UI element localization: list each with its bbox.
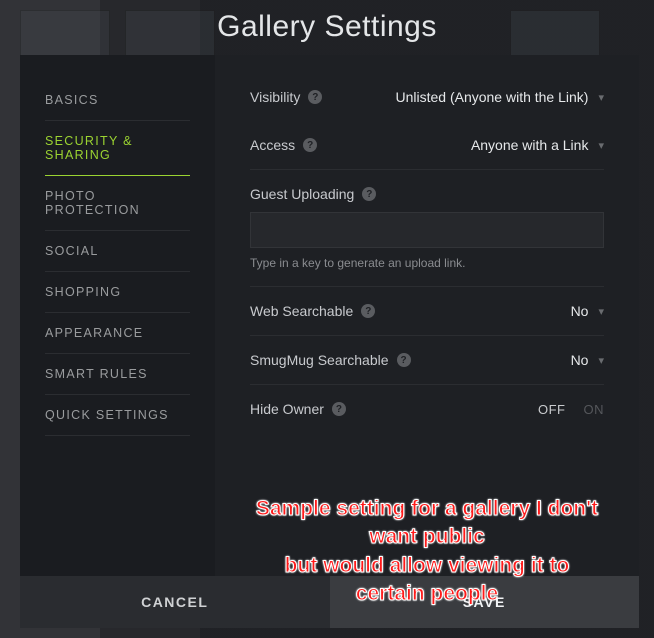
smugmug-searchable-dropdown[interactable]: No ▾	[571, 352, 604, 368]
help-icon[interactable]: ?	[361, 304, 375, 318]
annotation-line: but would allow viewing it to certain pe…	[255, 552, 599, 609]
annotation-text: Sample setting for a gallery I don't wan…	[215, 495, 639, 608]
access-label: Access	[250, 137, 295, 153]
visibility-label: Visibility	[250, 89, 300, 105]
toggle-on: ON	[584, 402, 605, 417]
annotation-line: Sample setting for a gallery I don't wan…	[255, 495, 599, 552]
sidebar-item-shopping[interactable]: SHOPPING	[45, 272, 190, 313]
sidebar-item-smart-rules[interactable]: SMART RULES	[45, 354, 190, 395]
cancel-label: CANCEL	[141, 594, 208, 610]
web-searchable-label: Web Searchable	[250, 303, 353, 319]
chevron-down-icon: ▾	[598, 139, 604, 152]
sidebar-item-security-sharing[interactable]: SECURITY & SHARING	[45, 121, 190, 176]
settings-dialog: BASICS SECURITY & SHARING PHOTO PROTECTI…	[20, 55, 639, 628]
sidebar-item-label: SOCIAL	[45, 244, 99, 258]
access-value: Anyone with a Link	[471, 137, 589, 153]
chevron-down-icon: ▾	[598, 305, 604, 318]
hide-owner-label: Hide Owner	[250, 401, 324, 417]
web-searchable-value: No	[571, 303, 589, 319]
dialog-body: BASICS SECURITY & SHARING PHOTO PROTECTI…	[20, 55, 639, 576]
row-web-searchable: Web Searchable ? No ▾	[250, 287, 604, 336]
help-icon[interactable]: ?	[362, 187, 376, 201]
sidebar-item-social[interactable]: SOCIAL	[45, 231, 190, 272]
sidebar-item-label: PHOTO PROTECTION	[45, 189, 140, 217]
toggle-off: OFF	[538, 402, 566, 417]
guest-uploading-hint: Type in a key to generate an upload link…	[250, 256, 604, 270]
guest-uploading-label: Guest Uploading	[250, 186, 354, 202]
sidebar-item-label: BASICS	[45, 93, 99, 107]
row-visibility: Visibility ? Unlisted (Anyone with the L…	[250, 85, 604, 121]
help-icon[interactable]: ?	[397, 353, 411, 367]
help-icon[interactable]: ?	[308, 90, 322, 104]
smugmug-searchable-value: No	[571, 352, 589, 368]
visibility-value: Unlisted (Anyone with the Link)	[395, 89, 588, 105]
web-searchable-dropdown[interactable]: No ▾	[571, 303, 604, 319]
row-access: Access ? Anyone with a Link ▾	[250, 121, 604, 170]
sidebar-item-photo-protection[interactable]: PHOTO PROTECTION	[45, 176, 190, 231]
sidebar-item-label: APPEARANCE	[45, 326, 143, 340]
help-icon[interactable]: ?	[332, 402, 346, 416]
sidebar-item-label: QUICK SETTINGS	[45, 408, 169, 422]
sidebar-item-label: SHOPPING	[45, 285, 121, 299]
hide-owner-toggle[interactable]: OFF ON	[538, 402, 604, 417]
guest-uploading-input[interactable]	[250, 212, 604, 248]
visibility-dropdown[interactable]: Unlisted (Anyone with the Link) ▾	[395, 89, 604, 105]
settings-panel: Visibility ? Unlisted (Anyone with the L…	[215, 55, 639, 576]
sidebar-item-label: SECURITY & SHARING	[45, 134, 133, 162]
sidebar-item-quick-settings[interactable]: QUICK SETTINGS	[45, 395, 190, 436]
dialog-title: Gallery Settings	[0, 10, 654, 44]
sidebar-item-label: SMART RULES	[45, 367, 148, 381]
row-smugmug-searchable: SmugMug Searchable ? No ▾	[250, 336, 604, 385]
row-hide-owner: Hide Owner ? OFF ON	[250, 385, 604, 433]
chevron-down-icon: ▾	[598, 354, 604, 367]
help-icon[interactable]: ?	[303, 138, 317, 152]
chevron-down-icon: ▾	[598, 91, 604, 104]
row-guest-uploading: Guest Uploading ? Type in a key to gener…	[250, 178, 604, 287]
sidebar-item-basics[interactable]: BASICS	[45, 80, 190, 121]
smugmug-searchable-label: SmugMug Searchable	[250, 352, 389, 368]
settings-sidebar: BASICS SECURITY & SHARING PHOTO PROTECTI…	[20, 55, 215, 576]
access-dropdown[interactable]: Anyone with a Link ▾	[471, 137, 604, 153]
sidebar-item-appearance[interactable]: APPEARANCE	[45, 313, 190, 354]
